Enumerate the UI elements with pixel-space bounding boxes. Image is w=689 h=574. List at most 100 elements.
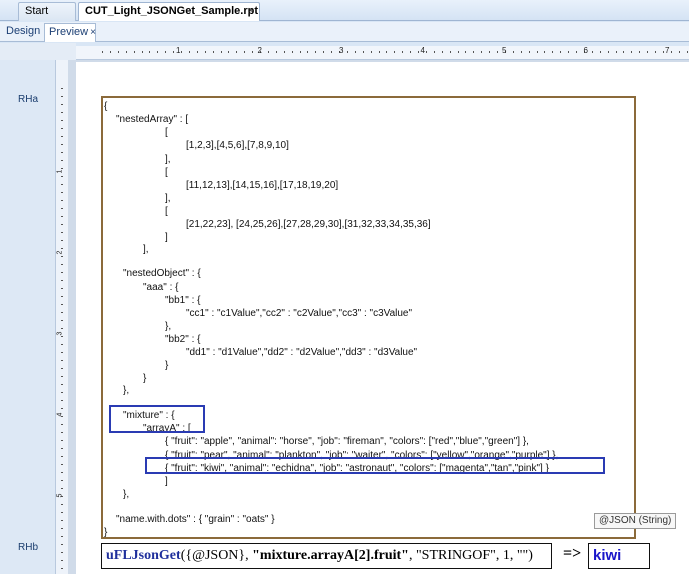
ruler-number: 2: [257, 46, 262, 55]
ruler-tick: [457, 51, 459, 53]
ruler-tick: [362, 51, 364, 53]
tab-preview-label: Preview: [49, 26, 89, 38]
ruler-tick: [61, 552, 63, 553]
formula-function: uFLJsonGet: [106, 548, 181, 563]
tab-design-label: Design: [6, 25, 41, 37]
close-icon[interactable]: ×: [248, 3, 254, 20]
ruler-tick: [568, 51, 570, 53]
ruler-tick: [61, 488, 63, 489]
ruler-tick: [61, 280, 63, 281]
json-line: }: [165, 360, 169, 371]
ruler-tick: [109, 51, 111, 53]
ruler-tick: [599, 51, 601, 53]
ruler-tick: [61, 192, 63, 193]
json-line: },: [123, 489, 130, 500]
tab-report-file-label: CUT_Light_JSONGet_Sample.rpt: [85, 5, 258, 17]
formula-path: "mixture.arrayA[2].fruit": [252, 548, 409, 563]
ruler-tick: [61, 296, 63, 297]
ruler-tick: [61, 328, 63, 329]
ruler-tick: [252, 51, 254, 53]
ruler-tick: [61, 272, 63, 273]
ruler-number: 6: [583, 46, 588, 55]
ruler-tick: [61, 536, 63, 537]
ruler-tick: [647, 51, 649, 53]
ruler-number: 4: [420, 46, 425, 55]
ruler-tick: [544, 51, 546, 53]
ruler-tick: [61, 424, 63, 425]
json-line: },: [165, 321, 172, 332]
ruler-tick: [346, 51, 348, 53]
ruler-tick: [157, 51, 159, 53]
ruler-tick: [560, 51, 562, 53]
ruler-tick: [61, 152, 63, 153]
ruler-tick: [402, 51, 404, 53]
ruler-tick: [61, 224, 63, 225]
ruler-tick: [61, 136, 63, 137]
ruler-number: 2: [56, 250, 64, 255]
tab-report-file[interactable]: CUT_Light_JSONGet_Sample.rpt ×: [78, 2, 260, 21]
json-line: }: [143, 373, 147, 384]
view-tab-strip: Design Preview ×: [0, 22, 689, 42]
ruler-tick: [607, 51, 609, 53]
ruler-tick: [61, 528, 63, 529]
close-icon[interactable]: ×: [90, 27, 96, 38]
ruler-tick: [61, 200, 63, 201]
ruler-tick: [196, 51, 198, 53]
json-line: ],: [165, 154, 171, 165]
tab-preview[interactable]: Preview ×: [44, 23, 96, 42]
ruler-tick: [61, 128, 63, 129]
ruler-tick: [102, 51, 103, 53]
ruler-tick: [61, 144, 63, 145]
ruler-tick: [61, 264, 63, 265]
json-line: "name.with.dots" : { "grain" : "oats" }: [116, 514, 275, 525]
ruler-number: 1: [56, 169, 64, 174]
json-line: { "fruit": "apple", "animal": "horse", "…: [165, 436, 529, 447]
section-band: RHa RHb: [0, 60, 56, 574]
ruler-tick: [61, 400, 63, 401]
json-line: [1,2,3],[4,5,6],[7,8,9,10]: [186, 140, 289, 151]
ruler-tick: [61, 384, 63, 385]
json-line: }: [104, 527, 108, 538]
tab-design[interactable]: Design: [2, 23, 42, 42]
json-line: [: [165, 206, 168, 217]
ruler-tick: [228, 51, 230, 53]
document-tab-strip: Start Page CUT_Light_JSONGet_Sample.rpt …: [0, 0, 689, 34]
ruler-tick: [61, 96, 63, 97]
ruler-number: 4: [56, 412, 64, 417]
ruler-tick: [267, 51, 269, 53]
result-arrow: =>: [563, 545, 582, 562]
ruler-tick: [61, 160, 63, 161]
json-line: [: [165, 127, 168, 138]
ruler-tick: [473, 51, 475, 53]
ruler-tick: [61, 216, 63, 217]
ruler-tick: [61, 240, 63, 241]
ruler-tick: [378, 51, 380, 53]
highlight-mixture-arraya: [109, 405, 205, 433]
formula-box: uFLJsonGet({@JSON}, "mixture.arrayA[2].f…: [101, 543, 552, 569]
ruler-number: 3: [56, 331, 64, 336]
tab-start-page[interactable]: Start Page: [18, 2, 76, 34]
ruler-tick: [61, 568, 63, 569]
formula-open: ({@JSON},: [180, 548, 253, 563]
horizontal-ruler: 1 2 3 4 5 6 7: [76, 46, 689, 60]
ruler-tick: [686, 51, 688, 53]
ruler-tick: [61, 320, 63, 321]
ruler-tick: [61, 104, 63, 105]
section-label-report-header[interactable]: RHa: [18, 94, 38, 105]
result-box: kiwi: [588, 543, 650, 569]
ruler-tick: [236, 51, 238, 53]
json-line: "aaa" : {: [143, 282, 179, 293]
ruler-tick: [576, 51, 577, 53]
ruler-tick: [591, 51, 593, 53]
ruler-tick: [244, 51, 246, 53]
ruler-tick: [61, 184, 63, 185]
ruler-tick: [61, 408, 63, 409]
ruler-tick: [433, 51, 435, 53]
ruler-tick: [61, 248, 63, 249]
ruler-tick: [61, 112, 63, 113]
ruler-tick: [61, 360, 63, 361]
ruler-tick: [655, 51, 656, 53]
section-label-report-footer[interactable]: RHb: [18, 542, 38, 553]
ruler-tick: [61, 312, 63, 313]
ruler-tick: [394, 51, 396, 53]
